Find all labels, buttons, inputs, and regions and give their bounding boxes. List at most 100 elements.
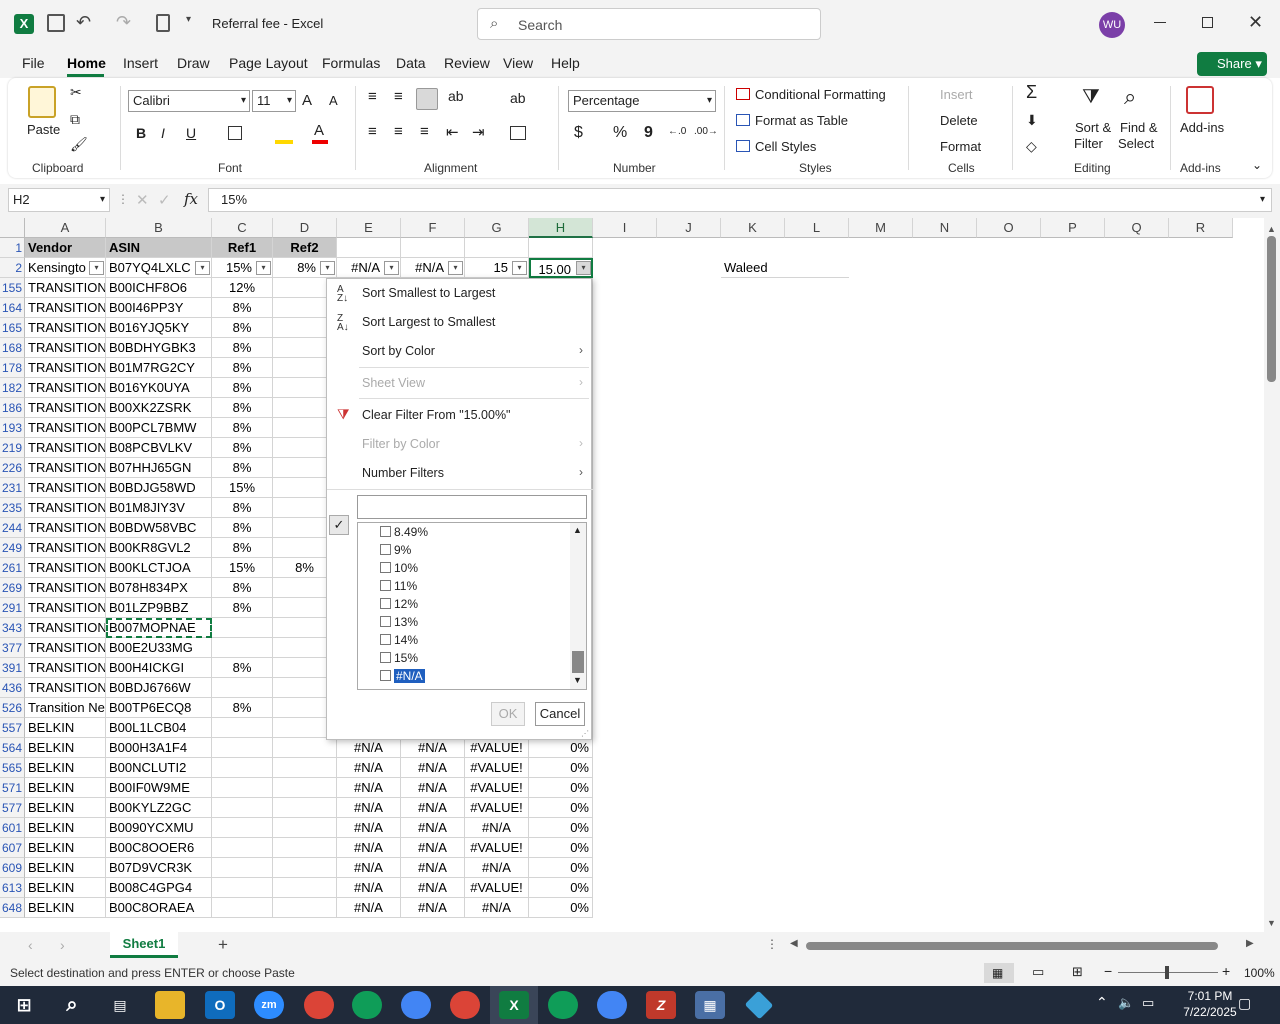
sort-descending-item[interactable]: Sort Largest to Smallest <box>362 315 495 329</box>
cell-c[interactable]: 8% <box>212 658 273 678</box>
cell-b[interactable]: B01LZP9BBZ <box>106 598 212 618</box>
qat-customize-icon[interactable]: ▾ <box>186 14 191 25</box>
row-header[interactable]: 377 <box>0 638 25 658</box>
cell-a[interactable]: TRANSITION <box>25 318 106 338</box>
cell-b[interactable]: B0BDW58VBC <box>106 518 212 538</box>
row-header[interactable]: 219 <box>0 438 25 458</box>
cell-a[interactable]: TRANSITION <box>25 278 106 298</box>
paste-button[interactable]: Paste <box>27 122 60 137</box>
filter-value-item[interactable]: 12% <box>380 597 418 611</box>
cell-b[interactable]: B0BDJG58WD <box>106 478 212 498</box>
row-header[interactable]: 244 <box>0 518 25 538</box>
task-view-icon[interactable]: ▤ <box>105 991 135 1019</box>
filter-dropdown-icon[interactable]: ▾ <box>89 261 104 275</box>
cell-e[interactable]: #N/A <box>337 898 401 918</box>
cell-g[interactable]: #VALUE! <box>465 758 529 778</box>
cell-h[interactable]: 0% <box>529 798 593 818</box>
row-header[interactable]: 269 <box>0 578 25 598</box>
checkbox-icon[interactable] <box>380 652 391 663</box>
cell-b[interactable]: B00I46PP3Y <box>106 298 212 318</box>
cell-c[interactable]: 8% <box>212 398 273 418</box>
cell-a[interactable]: BELKIN <box>25 858 106 878</box>
cell-f[interactable] <box>401 238 465 258</box>
checkbox-icon[interactable] <box>380 598 391 609</box>
clear-filter-item[interactable]: Clear Filter From "15.00%" <box>362 408 511 422</box>
column-header-e[interactable]: E <box>337 218 401 238</box>
cell-e[interactable]: #N/A <box>337 858 401 878</box>
cell-h[interactable] <box>529 238 593 258</box>
paste-icon[interactable] <box>28 86 56 118</box>
align-right-icon[interactable]: ≡ <box>420 123 429 140</box>
filter-value-list[interactable]: ▲ ▼ 8.49% 9% 10% 11% 12% 13% 14% 15% #N/A <box>357 522 587 690</box>
tab-page-layout[interactable]: Page Layout <box>229 55 308 71</box>
cell-a[interactable]: TRANSITION <box>25 578 106 598</box>
column-header-k[interactable]: K <box>721 218 785 238</box>
cell-b[interactable]: B00H4ICKGI <box>106 658 212 678</box>
cell-a[interactable]: TRANSITION <box>25 558 106 578</box>
column-header-p[interactable]: P <box>1041 218 1105 238</box>
decrease-decimal-icon[interactable]: .00→ <box>694 126 718 137</box>
cell-h[interactable]: 0% <box>529 898 593 918</box>
shrink-font-icon[interactable]: A <box>329 93 338 108</box>
redo-icon[interactable]: ↷ <box>116 12 131 33</box>
cell-c[interactable]: 15% <box>212 478 273 498</box>
cell-e[interactable]: #N/A <box>337 758 401 778</box>
filter-value-item[interactable]: 8.49% <box>380 525 428 539</box>
cell-d[interactable]: Ref2 <box>273 238 337 258</box>
cancel-button[interactable]: Cancel <box>535 702 585 726</box>
cell-g[interactable]: #VALUE! <box>465 778 529 798</box>
cell-h[interactable]: 0% <box>529 878 593 898</box>
cell-a[interactable]: TRANSITION <box>25 638 106 658</box>
sort-ascending-item[interactable]: Sort Smallest to Largest <box>362 286 495 300</box>
cell-c[interactable] <box>212 898 273 918</box>
row-header[interactable]: 193 <box>0 418 25 438</box>
cell-f[interactable]: #N/A <box>401 838 465 858</box>
cell-h[interactable]: 0% <box>529 738 593 758</box>
row-header[interactable]: 291 <box>0 598 25 618</box>
cell-f[interactable]: #N/A <box>401 898 465 918</box>
chrome-icon[interactable] <box>401 991 431 1019</box>
checkbox-icon[interactable] <box>380 580 391 591</box>
row-header[interactable]: 165 <box>0 318 25 338</box>
page-break-view-icon[interactable]: ⊞ <box>1072 964 1083 980</box>
cell-d[interactable] <box>273 738 337 758</box>
row-header[interactable]: 178 <box>0 358 25 378</box>
cell-c[interactable] <box>212 818 273 838</box>
cell-c[interactable] <box>212 678 273 698</box>
filter-dropdown-icon[interactable]: ▾ <box>512 261 527 275</box>
tab-draw[interactable]: Draw <box>177 55 210 71</box>
row-header[interactable]: 607 <box>0 838 25 858</box>
cell-e[interactable] <box>337 238 401 258</box>
bold-button[interactable]: B <box>136 125 146 141</box>
cell-b[interactable]: B01M7RG2CY <box>106 358 212 378</box>
cell-b[interactable]: B00C8OOER6 <box>106 838 212 858</box>
column-header-j[interactable]: J <box>657 218 721 238</box>
decrease-indent-icon[interactable]: ⇤ <box>446 123 459 141</box>
row-header[interactable]: 155 <box>0 278 25 298</box>
checkbox-icon[interactable] <box>380 634 391 645</box>
cell-b[interactable]: B078H834PX <box>106 578 212 598</box>
cell-f[interactable]: #N/A <box>401 818 465 838</box>
column-header-g[interactable]: G <box>465 218 529 238</box>
align-middle-icon[interactable]: ≡ <box>394 88 403 105</box>
tab-splitter-icon[interactable]: ⋮ <box>766 937 778 951</box>
cell-f[interactable]: #N/A <box>401 858 465 878</box>
row-header[interactable]: 235 <box>0 498 25 518</box>
format-as-table-button[interactable]: Format as Table <box>755 113 848 128</box>
cell-b[interactable]: B00TP6ECQ8 <box>106 698 212 718</box>
column-header-d[interactable]: D <box>273 218 337 238</box>
cell-d[interactable] <box>273 798 337 818</box>
resize-grip-icon[interactable]: ⋰ <box>581 729 589 738</box>
cell-c[interactable]: 15% <box>212 558 273 578</box>
chrome-icon[interactable] <box>304 991 334 1019</box>
row-header[interactable]: 601 <box>0 818 25 838</box>
cell-b[interactable]: B0BDJ6766W <box>106 678 212 698</box>
cell-b[interactable]: B0090YCXMU <box>106 818 212 838</box>
checkbox-icon[interactable] <box>380 616 391 627</box>
row-header[interactable]: 231 <box>0 478 25 498</box>
filter-dropdown-icon[interactable]: ▾ <box>448 261 463 275</box>
filter-value-item[interactable]: 13% <box>380 615 418 629</box>
undo-icon[interactable]: ↶ <box>76 12 91 33</box>
cell-d[interactable] <box>273 778 337 798</box>
insert-function-icon[interactable]: fx <box>184 190 198 208</box>
